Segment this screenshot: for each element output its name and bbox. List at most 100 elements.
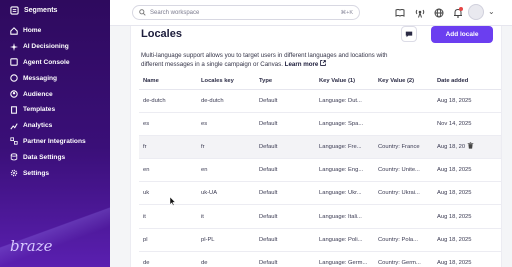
table-row[interactable]: pl pl-PL Default Language: Poli... Country: … [139, 228, 501, 252]
cell-key-value-1: Language: Spa... [315, 112, 374, 136]
sidebar: Segments Home AI Decisioning Agent Conso… [0, 0, 110, 267]
cell-date-added: Aug 18, 2025 [433, 158, 501, 183]
external-link-icon [320, 60, 326, 66]
cell-date-added: Nov 14, 2025 [433, 112, 501, 136]
sidebar-item-audience[interactable]: Audience [0, 86, 110, 102]
sidebar-item-agent-console[interactable]: Agent Console [0, 55, 110, 71]
main-content: Locales Add locale Multi-language suppor… [110, 26, 512, 267]
cell-key-value-2: Country: Ukrai... [374, 181, 433, 206]
sidebar-item-messaging[interactable]: Messaging [0, 70, 110, 86]
table-row[interactable]: fr fr Default Language: Fre... Country: Fran… [139, 135, 501, 160]
cell-key-value-2 [374, 204, 433, 229]
cell-date-added: Aug 18, 2025 [433, 89, 501, 113]
sidebar-item-home[interactable]: Home [0, 23, 110, 39]
cell-date-added: Aug 18, 2025 [433, 228, 501, 252]
cell-name: de [139, 251, 197, 267]
column-header-key-value-2[interactable]: Key Value (2) [374, 74, 433, 90]
cell-locales-key: es [197, 112, 255, 136]
sidebar-item-label: Data Settings [23, 153, 66, 161]
gear-icon [10, 169, 18, 177]
cell-locales-key: uk-UA [197, 181, 255, 206]
cell-locales-key: fr [197, 135, 255, 160]
add-locale-button[interactable]: Add locale [431, 26, 493, 43]
cell-key-value-1: Language: Itali... [315, 204, 374, 229]
cell-key-value-1: Language: Germ... [315, 251, 374, 267]
cell-key-value-1: Language: Dut... [315, 89, 374, 113]
cell-date-added: Aug 18, 2025 [433, 181, 501, 206]
cell-name: es [139, 112, 197, 136]
cell-locales-key: pl-PL [197, 228, 255, 252]
cell-locales-key: en [197, 158, 255, 183]
cell-type: Default [255, 89, 315, 113]
page-title: Locales [141, 28, 182, 40]
top-bar: Search workspace ⌘+K ⌄ [110, 0, 512, 26]
trash-icon[interactable] [467, 142, 474, 151]
table-row[interactable]: de de Default Language: Germ... Country: Ger… [139, 251, 501, 267]
broadcast-icon[interactable] [414, 7, 425, 18]
sidebar-item-label: Messaging [23, 74, 58, 82]
column-header-date-added[interactable]: Date added [433, 74, 501, 90]
cell-date-added: Aug 18, 2025 [433, 251, 501, 267]
sidebar-item-ai-decisioning[interactable]: AI Decisioning [0, 39, 110, 55]
locales-table: Name Locales key Type Key Value (1) Key … [139, 74, 501, 267]
cell-type: Default [255, 228, 315, 252]
sidebar-item-label: AI Decisioning [23, 43, 69, 51]
analytics-icon [10, 122, 18, 130]
cell-key-value-2: Country: Pola... [374, 228, 433, 252]
locales-card: Locales Add locale Multi-language suppor… [130, 26, 502, 267]
cell-name: de-dutch [139, 89, 197, 113]
sidebar-item-settings[interactable]: Settings [0, 165, 110, 181]
search-placeholder: Search workspace [150, 9, 200, 16]
search-icon [139, 9, 146, 16]
description-text: Multi-language support allows you to tar… [141, 52, 388, 68]
bell-icon[interactable] [452, 7, 463, 18]
avatar[interactable] [468, 4, 484, 20]
cell-key-value-2: Country: France [374, 135, 433, 160]
integrations-icon [10, 137, 18, 146]
cell-name: fr [139, 135, 197, 160]
sidebar-item-data-settings[interactable]: Data Settings [0, 149, 110, 165]
notification-badge [459, 7, 463, 11]
cell-key-value-1: Language: Ukr... [315, 181, 374, 206]
table-row[interactable]: en en Default Language: Eng... Country: Unit… [139, 158, 501, 183]
cell-key-value-1: Language: Fre... [315, 135, 374, 160]
home-icon [10, 26, 18, 35]
sidebar-item-label: Audience [23, 90, 53, 98]
chevron-down-icon[interactable]: ⌄ [488, 7, 495, 16]
sidebar-item-templates[interactable]: Templates [0, 102, 110, 118]
cell-date-added-with-action: Aug 18, 20 [433, 135, 501, 160]
cell-key-value-2 [374, 112, 433, 136]
globe-icon[interactable] [433, 7, 444, 18]
sidebar-header[interactable]: Segments [0, 0, 110, 20]
messaging-icon [10, 74, 18, 83]
table-row[interactable]: de-dutch de-dutch Default Language: Dut... A… [139, 89, 501, 113]
cell-date-added: Aug 18, 20 [437, 144, 466, 151]
cell-locales-key: de [197, 251, 255, 267]
table-row[interactable]: uk uk-UA Default Language: Ukr... Country: U… [139, 181, 501, 206]
table-row[interactable]: it it Default Language: Itali... Aug 18, 202… [139, 204, 501, 229]
cell-name: it [139, 204, 197, 229]
segments-icon [10, 5, 19, 15]
sidebar-item-label: Home [23, 27, 42, 35]
audience-icon [10, 90, 18, 98]
cell-date-added: Aug 18, 2025 [433, 204, 501, 229]
data-settings-icon [10, 153, 18, 161]
page-description: Multi-language support allows you to tar… [141, 52, 411, 69]
cell-type: Default [255, 158, 315, 183]
table-row[interactable]: es es Default Language: Spa... Nov 14, 2025 [139, 112, 501, 136]
sidebar-item-label: Agent Console [23, 58, 70, 66]
column-header-type[interactable]: Type [255, 74, 315, 90]
column-header-locales-key[interactable]: Locales key [197, 74, 255, 90]
templates-icon [10, 106, 18, 114]
cell-key-value-2 [374, 89, 433, 113]
sidebar-item-label: Analytics [23, 122, 53, 130]
sidebar-item-partner-integrations[interactable]: Partner Integrations [0, 134, 110, 150]
search-input[interactable]: Search workspace ⌘+K [132, 5, 360, 20]
sidebar-item-analytics[interactable]: Analytics [0, 118, 110, 134]
chat-button[interactable] [401, 26, 417, 42]
column-header-key-value-1[interactable]: Key Value (1) [315, 74, 374, 90]
column-header-name[interactable]: Name [139, 74, 197, 90]
book-icon[interactable] [394, 7, 405, 18]
learn-more-link[interactable]: Learn more [285, 60, 326, 68]
sidebar-item-label: Settings [23, 169, 50, 177]
